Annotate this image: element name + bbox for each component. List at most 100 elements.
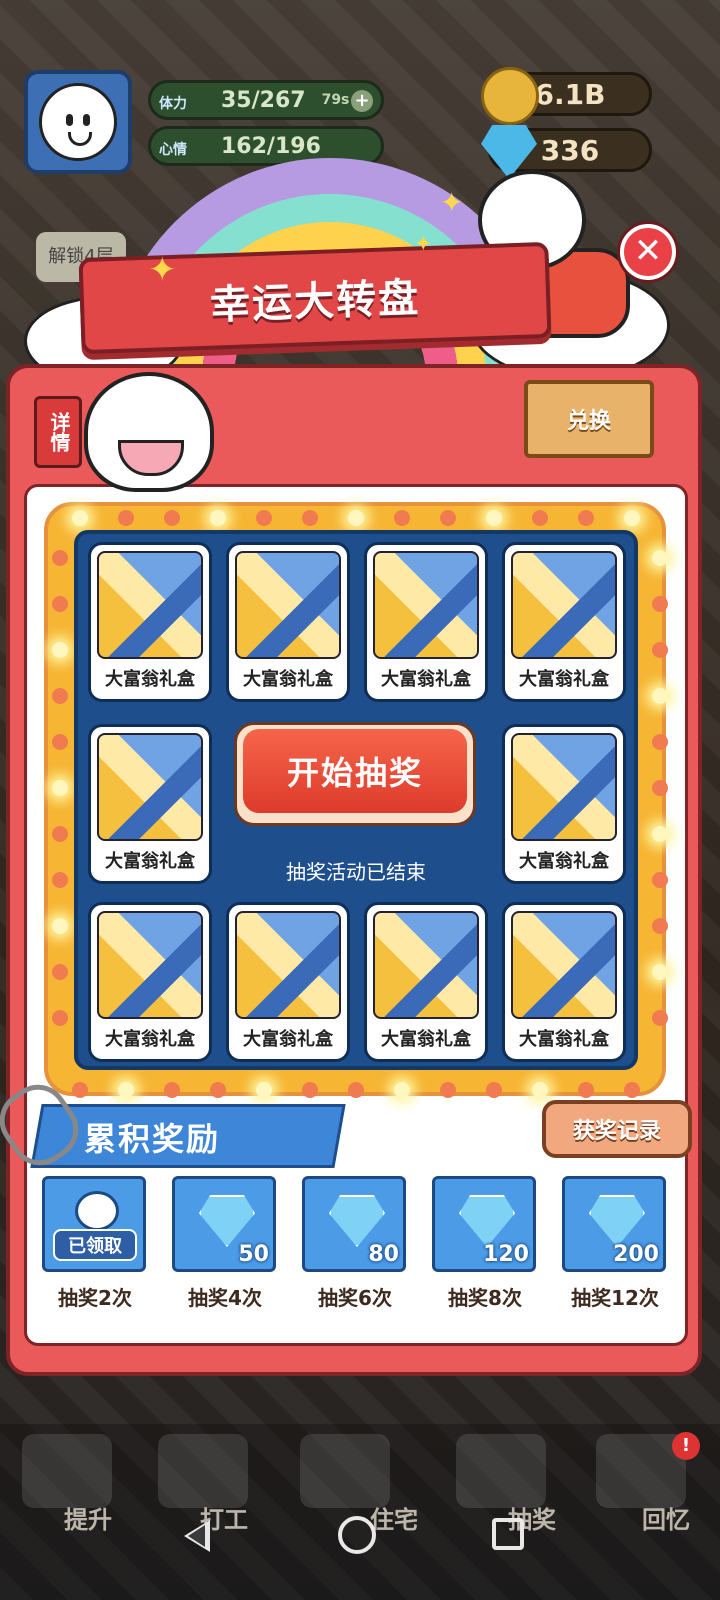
marquee-bulb (52, 734, 68, 750)
home-icon[interactable] (300, 1434, 390, 1508)
marquee-bulb (532, 1082, 548, 1098)
gem-value: 336 (540, 133, 600, 167)
prize-slot[interactable]: 大富翁礼盒 (88, 542, 212, 702)
marquee-bulb (652, 918, 668, 934)
marquee-bulb (652, 826, 668, 842)
reward-tile: 已领取 (42, 1176, 146, 1272)
marquee-bulb (486, 1082, 502, 1098)
marquee-bulb (52, 780, 68, 796)
reward-milestone[interactable]: 80 抽奖6次 (302, 1176, 408, 1311)
win-record-button[interactable]: 获奖记录 (542, 1100, 692, 1158)
prize-slot[interactable]: 大富翁礼盒 (364, 542, 488, 702)
diamond-icon (589, 1195, 645, 1247)
reward-caption: 抽奖12次 (571, 1286, 659, 1310)
prize-slot[interactable]: 大富翁礼盒 (502, 542, 626, 702)
reward-caption: 抽奖8次 (448, 1286, 522, 1310)
prize-label: 大富翁礼盒 (519, 851, 609, 872)
gacha-icon[interactable] (456, 1434, 546, 1508)
stamina-plus-icon[interactable]: + (351, 90, 373, 112)
marquee-bulb (164, 1082, 180, 1098)
marquee-bulb (52, 596, 68, 612)
back-icon[interactable] (184, 1520, 210, 1552)
player-avatar[interactable] (24, 70, 132, 174)
stamina-value: 35/267 (221, 87, 306, 113)
marquee-bulb (652, 642, 668, 658)
home-circle-icon[interactable] (338, 1516, 376, 1554)
gift-box-icon (511, 911, 617, 1019)
diamond-icon (329, 1195, 385, 1247)
marquee-bulb (578, 510, 594, 526)
avatar-face-icon (39, 83, 117, 161)
marquee-bulb (256, 1082, 272, 1098)
recents-icon[interactable] (492, 1518, 524, 1550)
reward-caption: 抽奖4次 (188, 1286, 262, 1310)
prize-slot[interactable]: 大富翁礼盒 (502, 724, 626, 884)
close-button[interactable]: ✕ (620, 224, 676, 280)
upgrade-icon[interactable] (22, 1434, 112, 1508)
marquee-bulb (52, 918, 68, 934)
gift-box-icon (511, 551, 617, 659)
nav-upgrade[interactable]: 提升 (28, 1500, 148, 1535)
marquee-bulb (652, 780, 668, 796)
marquee-bulb (52, 826, 68, 842)
prize-label: 大富翁礼盒 (519, 669, 609, 690)
diamond-icon (199, 1195, 255, 1247)
prize-label: 大富翁礼盒 (381, 1029, 471, 1050)
gift-box-icon (235, 551, 341, 659)
diamond-icon (459, 1195, 515, 1247)
reward-milestone[interactable]: 200 抽奖12次 (562, 1176, 668, 1311)
exchange-button[interactable]: 兑换 (524, 380, 654, 458)
coin-counter[interactable]: 6.1B (481, 67, 652, 125)
nav-memory[interactable]: 回忆 (606, 1500, 720, 1535)
page-title: 幸运大转盘 (209, 275, 421, 329)
marquee-bulb (348, 1082, 364, 1098)
nav-work[interactable]: 打工 (164, 1500, 284, 1535)
prize-slot[interactable]: 大富翁礼盒 (226, 902, 350, 1062)
reward-milestone[interactable]: 50 抽奖4次 (172, 1176, 278, 1311)
reward-tile: 50 (172, 1176, 276, 1272)
marquee-bulb (210, 510, 226, 526)
marquee-bulb (52, 872, 68, 888)
marquee-bulb (52, 1010, 68, 1026)
marquee-bulb (652, 596, 668, 612)
prize-slot[interactable]: 大富翁礼盒 (502, 902, 626, 1062)
prize-slot[interactable]: 大富翁礼盒 (88, 902, 212, 1062)
prize-label: 大富翁礼盒 (381, 669, 471, 690)
stamina-timer: 79s (321, 92, 350, 108)
start-draw-button[interactable]: 开始抽奖 (234, 722, 476, 826)
reward-tile: 120 (432, 1176, 536, 1272)
marquee-bulb (440, 1082, 456, 1098)
gift-box-icon (97, 551, 203, 659)
event-ended-text: 抽奖活动已结束 (286, 860, 426, 884)
prize-slot[interactable]: 大富翁礼盒 (226, 542, 350, 702)
marquee-bulb (652, 1010, 668, 1026)
marquee-bulb (394, 1082, 410, 1098)
cumulative-title: 累积奖励 (84, 1120, 221, 1158)
marquee-bulb (652, 688, 668, 704)
marquee-bulb (394, 510, 410, 526)
prize-slot[interactable]: 大富翁礼盒 (364, 902, 488, 1062)
work-icon[interactable] (158, 1434, 248, 1508)
details-button[interactable]: 详情 (34, 396, 82, 468)
marquee-bulb (624, 1082, 640, 1098)
marquee-bulb (652, 734, 668, 750)
stamina-bar[interactable]: 体力 35/267 79s + (148, 80, 384, 120)
marquee-bulb (348, 510, 364, 526)
marquee-bulb (72, 510, 88, 526)
reward-tile: 80 (302, 1176, 406, 1272)
prize-slot[interactable]: 大富翁礼盒 (88, 724, 212, 884)
gift-box-icon (511, 733, 617, 841)
prize-label: 大富翁礼盒 (105, 851, 195, 872)
coin-value: 6.1B (534, 77, 606, 111)
nav-gacha[interactable]: 抽奖 (472, 1500, 592, 1535)
mood-label: 心情 (159, 142, 187, 158)
marquee-bulb (210, 1082, 226, 1098)
gem-counter[interactable]: 336 (481, 125, 652, 179)
marquee-bulb (118, 1082, 134, 1098)
marquee-bulb (256, 510, 272, 526)
reward-milestone[interactable]: 已领取 抽奖2次 (42, 1176, 148, 1311)
reward-milestone[interactable]: 120 抽奖8次 (432, 1176, 538, 1311)
star-icon: ✦ (440, 186, 464, 219)
marquee-bulb (118, 510, 134, 526)
prize-label: 大富翁礼盒 (243, 669, 333, 690)
